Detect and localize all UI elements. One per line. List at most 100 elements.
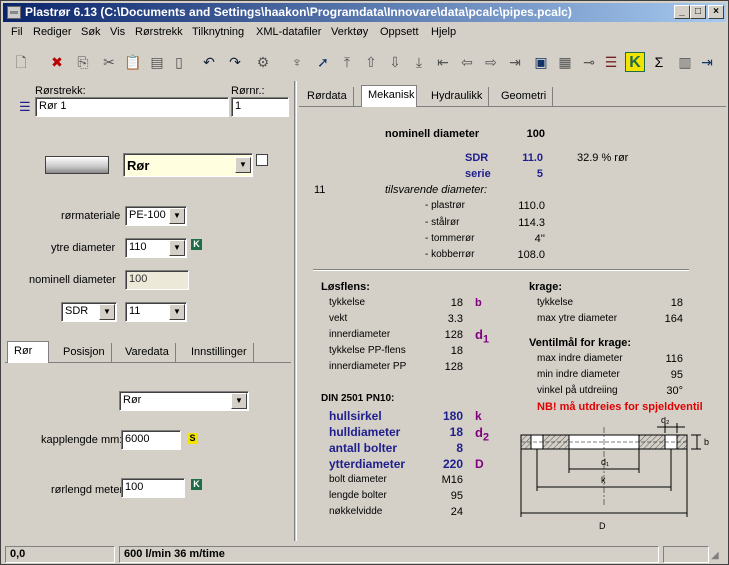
paste-icon[interactable]: 📋 (123, 52, 143, 72)
list-icon[interactable]: ☰ (601, 52, 621, 72)
tab-varedata[interactable]: Varedata (119, 343, 176, 363)
equiv-label: - stålrør (425, 217, 460, 228)
k-icon[interactable]: K (191, 479, 202, 490)
menu-fil[interactable]: Fil (11, 26, 23, 38)
calculator-icon[interactable]: ▥ (675, 52, 695, 72)
arrow-first-icon[interactable]: ⇤ (433, 52, 453, 72)
nominell-value: 100 (526, 128, 545, 140)
arrow-right-icon[interactable]: ⇨ (481, 52, 501, 72)
diagram-label-D: D (599, 521, 606, 531)
arrow-left-icon[interactable]: ⇦ (457, 52, 477, 72)
chevron-down-icon: ▼ (169, 240, 185, 256)
serie-value: 5 (536, 168, 543, 180)
ventil-title: Ventilmål for krage: (529, 337, 632, 349)
k-icon[interactable]: K (191, 239, 202, 250)
chevron-down-icon: ▼ (169, 304, 185, 320)
arrow-top-icon[interactable]: ⤒ (337, 52, 357, 72)
equiv-value: 114.3 (518, 217, 545, 229)
broom-icon[interactable]: ♆ (287, 52, 307, 72)
rorstrekk-input[interactable]: Rør 1 (35, 97, 229, 117)
import-icon[interactable]: ▣ (531, 52, 551, 72)
equiv-value: 110.0 (518, 200, 545, 212)
tab-innstillinger[interactable]: Innstillinger (185, 343, 254, 363)
window-title: Plastrør 6.13 (C:\Documents and Settings… (25, 5, 572, 19)
tab-rordata[interactable]: Rørdata (301, 87, 354, 107)
arrow-bottom-icon[interactable]: ⤓ (409, 52, 429, 72)
kapplengde-input[interactable]: 6000 (121, 430, 181, 450)
undo-icon[interactable]: ↶ (199, 52, 219, 72)
sum-icon[interactable]: Σ (649, 52, 669, 72)
s-icon[interactable]: S (187, 433, 198, 444)
redo-icon[interactable]: ↷ (225, 52, 245, 72)
rorlengd-input[interactable]: 100 (121, 478, 185, 498)
resize-grip-icon[interactable]: ◢ (711, 550, 723, 562)
pipe-icon[interactable]: ⊸ (579, 52, 599, 72)
sdr-value-select[interactable]: 11 ▼ (125, 302, 187, 322)
sdr-select[interactable]: SDR ▼ (61, 302, 117, 322)
copy-icon[interactable]: ⎘ (73, 52, 93, 72)
din-plain-label: bolt diameter (329, 474, 387, 485)
arrow-last-icon[interactable]: ⇥ (505, 52, 525, 72)
new-icon[interactable]: 🗋 (11, 52, 31, 72)
tab-posisjon[interactable]: Posisjon (57, 343, 112, 363)
ventil-label: min indre diameter (537, 369, 620, 380)
arrow-up-icon[interactable]: ⇧ (361, 52, 381, 72)
losflens-value: 3.3 (447, 313, 463, 325)
losflens-value: 18 (450, 297, 463, 309)
ventil-value: 116 (665, 353, 683, 365)
delete-icon[interactable]: ✖ (47, 52, 67, 72)
din-value: 8 (456, 441, 463, 455)
ventil-value: 95 (670, 369, 683, 381)
menu-vis[interactable]: Vis (110, 26, 125, 38)
menu-hjelp[interactable]: Hjelp (431, 26, 456, 38)
menu-rorstrekk[interactable]: Rørstrekk (135, 26, 183, 38)
side-number: 11 (314, 184, 326, 196)
rornr-label: Rørnr.: (231, 85, 265, 97)
tilsvarende-label: tilsvarende diameter: (385, 184, 488, 196)
menu-sok[interactable]: Søk (81, 26, 101, 38)
minimize-button[interactable]: _ (674, 5, 690, 19)
menu-verktoy[interactable]: Verktøy (331, 26, 368, 38)
blank-icon[interactable]: ▯ (169, 52, 189, 72)
type-select[interactable]: Rør ▼ (123, 153, 253, 177)
losflens-label: vekt (329, 313, 348, 324)
close-button[interactable]: × (708, 5, 724, 19)
menu-oppsett[interactable]: Oppsett (380, 26, 419, 38)
equiv-value: 4'' (534, 233, 545, 245)
ytre-diameter-label: ytre diameter (51, 242, 116, 254)
chevron-down-icon: ▼ (169, 208, 185, 224)
settings-icon[interactable]: ⚙ (253, 52, 273, 72)
tab-mekanisk[interactable]: Mekanisk (361, 85, 417, 107)
nominell-label: nominell diameter (385, 128, 480, 140)
menu-xml-datafiler[interactable]: XML-datafiler (256, 26, 321, 38)
ventil-label: vinkel på utdreiing (537, 385, 618, 396)
type-select-value: Rør (127, 158, 150, 173)
din-title: DIN 2501 PN10: (321, 393, 395, 404)
tab-ror[interactable]: Rør (7, 341, 49, 363)
sub-type-select[interactable]: Rør ▼ (119, 391, 249, 411)
rornr-input[interactable]: 1 (231, 97, 289, 117)
exit-icon[interactable]: ⇥ (697, 52, 717, 72)
tab-geometri[interactable]: Geometri (495, 87, 554, 107)
maximize-button[interactable]: □ (690, 5, 706, 19)
export-icon[interactable]: ▦ (555, 52, 575, 72)
diagram-label-d1: d₁ (601, 457, 609, 467)
sdr-select-value: SDR (65, 305, 89, 317)
clipboard-icon[interactable]: ▤ (147, 52, 167, 72)
list-icon[interactable]: ☰ (19, 99, 31, 115)
status-coords: 0,0 (5, 546, 115, 563)
menu-tilknytning[interactable]: Tilknytning (192, 26, 244, 38)
ytre-diameter-select[interactable]: 110 ▼ (125, 238, 187, 258)
chevron-down-icon: ▼ (231, 393, 247, 409)
k-icon[interactable]: K (625, 52, 645, 72)
rormateriale-select[interactable]: PE-100 ▼ (125, 206, 187, 226)
din-plain-value: 24 (450, 506, 463, 518)
type-checkbox[interactable] (256, 154, 268, 166)
chevron-down-icon: ▼ (99, 304, 115, 320)
pointer-icon[interactable]: ➚ (313, 52, 333, 72)
cut-icon[interactable]: ✂ (99, 52, 119, 72)
tab-hydraulikk[interactable]: Hydraulikk (425, 87, 490, 107)
splitter[interactable] (294, 81, 297, 541)
menu-rediger[interactable]: Rediger (33, 26, 72, 38)
arrow-down-icon[interactable]: ⇩ (385, 52, 405, 72)
